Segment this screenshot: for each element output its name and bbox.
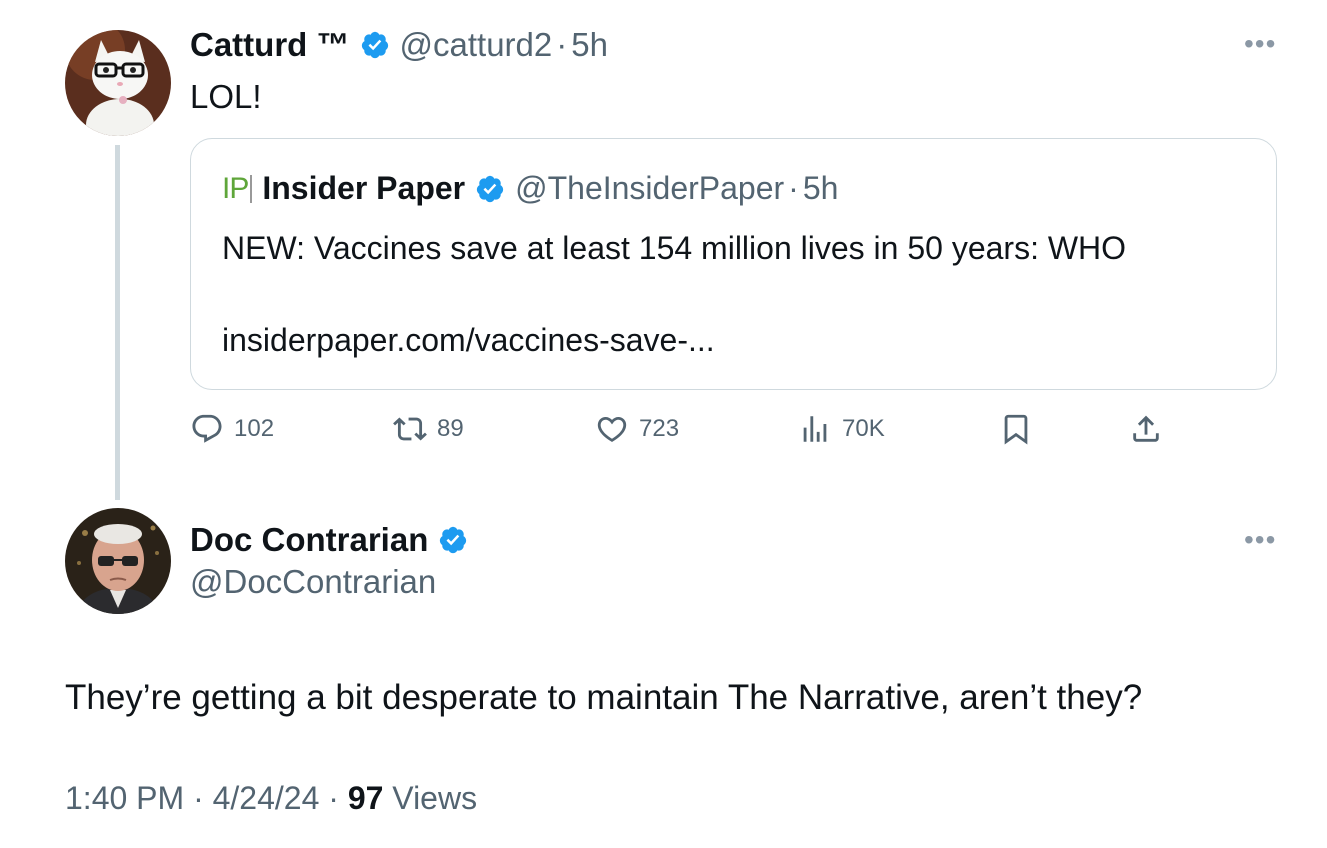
- parent-tweet-header: Catturd ™ @catturd2 · 5h: [190, 26, 608, 64]
- separator-dot: ·: [788, 170, 799, 206]
- analytics-icon: [803, 416, 827, 442]
- verified-badge-icon[interactable]: [360, 30, 390, 60]
- verified-badge-icon[interactable]: [438, 525, 468, 555]
- tweet-text: LOL!: [190, 78, 262, 115]
- quoted-tweet-header: IP Insider Paper @TheInsiderPaper · 5h: [222, 170, 838, 207]
- more-dots-icon[interactable]: •••: [1244, 526, 1276, 554]
- quoted-author-handle: @TheInsiderPaper: [515, 170, 785, 206]
- share-button[interactable]: [1129, 412, 1163, 446]
- share-icon: [1133, 415, 1159, 442]
- more-dots-icon[interactable]: •••: [1244, 30, 1276, 58]
- quoted-tweet-text: NEW: Vaccines save at least 154 million …: [222, 230, 1127, 266]
- insider-paper-logo[interactable]: IP: [222, 173, 253, 203]
- reply-tweet-text: They’re getting a bit desperate to maint…: [65, 678, 1143, 717]
- author-name[interactable]: Catturd ™: [190, 26, 350, 64]
- tweet-time[interactable]: 1:40 PM: [65, 780, 184, 816]
- repost-button[interactable]: 89: [393, 412, 464, 446]
- author-handle[interactable]: @DocContrarian: [190, 563, 436, 601]
- catturd-avatar[interactable]: [65, 30, 171, 136]
- author-handle[interactable]: @catturd2: [400, 26, 553, 64]
- reply-icon: [192, 414, 222, 443]
- views-label: Views: [383, 780, 478, 816]
- bookmark-button[interactable]: [999, 412, 1033, 446]
- reply-tweet-header: Doc Contrarian: [190, 521, 468, 559]
- heart-icon: [597, 416, 627, 442]
- quoted-author-name: Insider Paper: [262, 170, 466, 206]
- thread-line: [115, 145, 120, 500]
- like-button[interactable]: 723: [595, 412, 679, 446]
- tweet-meta-footer: 1:40 PM · 4/24/24 · 97 Views: [65, 780, 477, 817]
- repost-count: 89: [437, 415, 464, 442]
- tweet-date[interactable]: 4/24/24: [213, 780, 320, 816]
- views-button[interactable]: 70K: [798, 412, 885, 446]
- tweet-time[interactable]: 5h: [571, 26, 608, 64]
- reply-count: 102: [234, 415, 275, 442]
- separator-dot: ·: [556, 26, 568, 63]
- author-name[interactable]: Doc Contrarian: [190, 521, 428, 559]
- views-count: 97: [347, 780, 384, 816]
- views-count: 70K: [842, 415, 885, 442]
- separator-dot: ·: [184, 780, 213, 816]
- separator-dot: ·: [319, 780, 348, 816]
- bookmark-icon: [1004, 414, 1028, 445]
- quoted-tweet-link[interactable]: insiderpaper.com/vaccines-save-...: [222, 322, 715, 359]
- like-count: 723: [639, 415, 680, 442]
- reply-button[interactable]: 102: [190, 412, 274, 446]
- repost-icon: [393, 417, 427, 441]
- doc-contrarian-avatar[interactable]: [65, 508, 171, 614]
- verified-badge-icon: [476, 175, 504, 202]
- quoted-tweet-time: 5h: [802, 170, 839, 206]
